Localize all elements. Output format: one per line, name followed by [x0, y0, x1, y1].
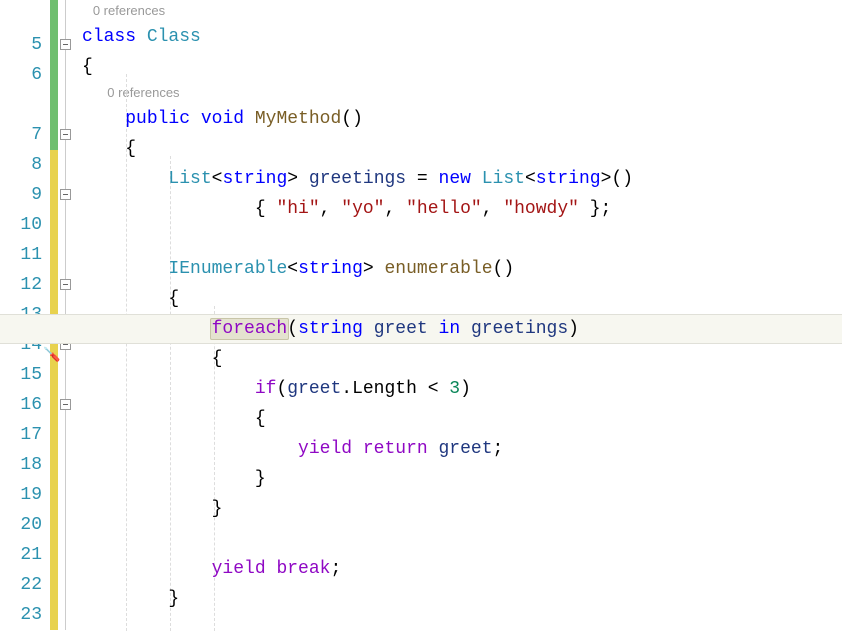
code-line[interactable]: { — [82, 134, 842, 164]
fold-toggle[interactable] — [60, 279, 71, 290]
code-line[interactable]: { — [82, 52, 842, 82]
code-line[interactable]: class Class — [82, 22, 842, 52]
code-line[interactable]: if(greet.Length < 3) — [82, 374, 842, 404]
line-number: 11 — [0, 240, 42, 270]
line-number: 22 — [0, 570, 42, 600]
code-editor[interactable]: 5 6 7 8 9 10 11 12 13 14 15 16 17 18 19 … — [0, 0, 842, 631]
fold-toggle[interactable] — [60, 189, 71, 200]
code-line[interactable] — [82, 224, 842, 254]
line-number: 18 — [0, 450, 42, 480]
fold-toggle[interactable] — [60, 129, 71, 140]
code-line[interactable]: yield return greet; — [82, 434, 842, 464]
code-line[interactable]: List<string> greetings = new List<string… — [82, 164, 842, 194]
fold-toggle[interactable] — [60, 39, 71, 50]
code-line[interactable] — [82, 524, 842, 554]
line-number: 21 — [0, 540, 42, 570]
line-number: 16 — [0, 390, 42, 420]
line-number: 5 — [0, 30, 42, 60]
code-line[interactable]: yield break; — [82, 554, 842, 584]
line-number: 8 — [0, 150, 42, 180]
fold-toggle[interactable] — [60, 399, 71, 410]
code-area[interactable]: 0 references class Class { 0 references … — [78, 0, 842, 631]
code-line[interactable]: } — [82, 494, 842, 524]
line-number: 12 — [0, 270, 42, 300]
line-number: 9 — [0, 180, 42, 210]
line-number: 20 — [0, 510, 42, 540]
codelens-references[interactable]: 0 references — [82, 0, 842, 22]
codelens-references[interactable]: 0 references — [82, 82, 842, 104]
line-number: 15 — [0, 360, 42, 390]
line-number: 10 — [0, 210, 42, 240]
line-number: 19 — [0, 480, 42, 510]
line-number: 6 — [0, 60, 42, 90]
line-number: 23 — [0, 600, 42, 630]
code-line[interactable]: IEnumerable<string> enumerable() — [82, 254, 842, 284]
quick-action-icon[interactable]: 🪛 — [43, 347, 60, 364]
code-line[interactable]: public void MyMethod() — [82, 104, 842, 134]
code-line-active[interactable]: foreach(string greet in greetings) — [82, 314, 842, 344]
code-line[interactable]: { — [82, 284, 842, 314]
code-line[interactable]: { — [82, 344, 842, 374]
code-line[interactable]: } — [82, 584, 842, 614]
code-line[interactable]: } — [82, 464, 842, 494]
code-line[interactable]: { — [82, 404, 842, 434]
line-number: 7 — [0, 120, 42, 150]
code-line[interactable]: { "hi", "yo", "hello", "howdy" }; — [82, 194, 842, 224]
line-number: 17 — [0, 420, 42, 450]
